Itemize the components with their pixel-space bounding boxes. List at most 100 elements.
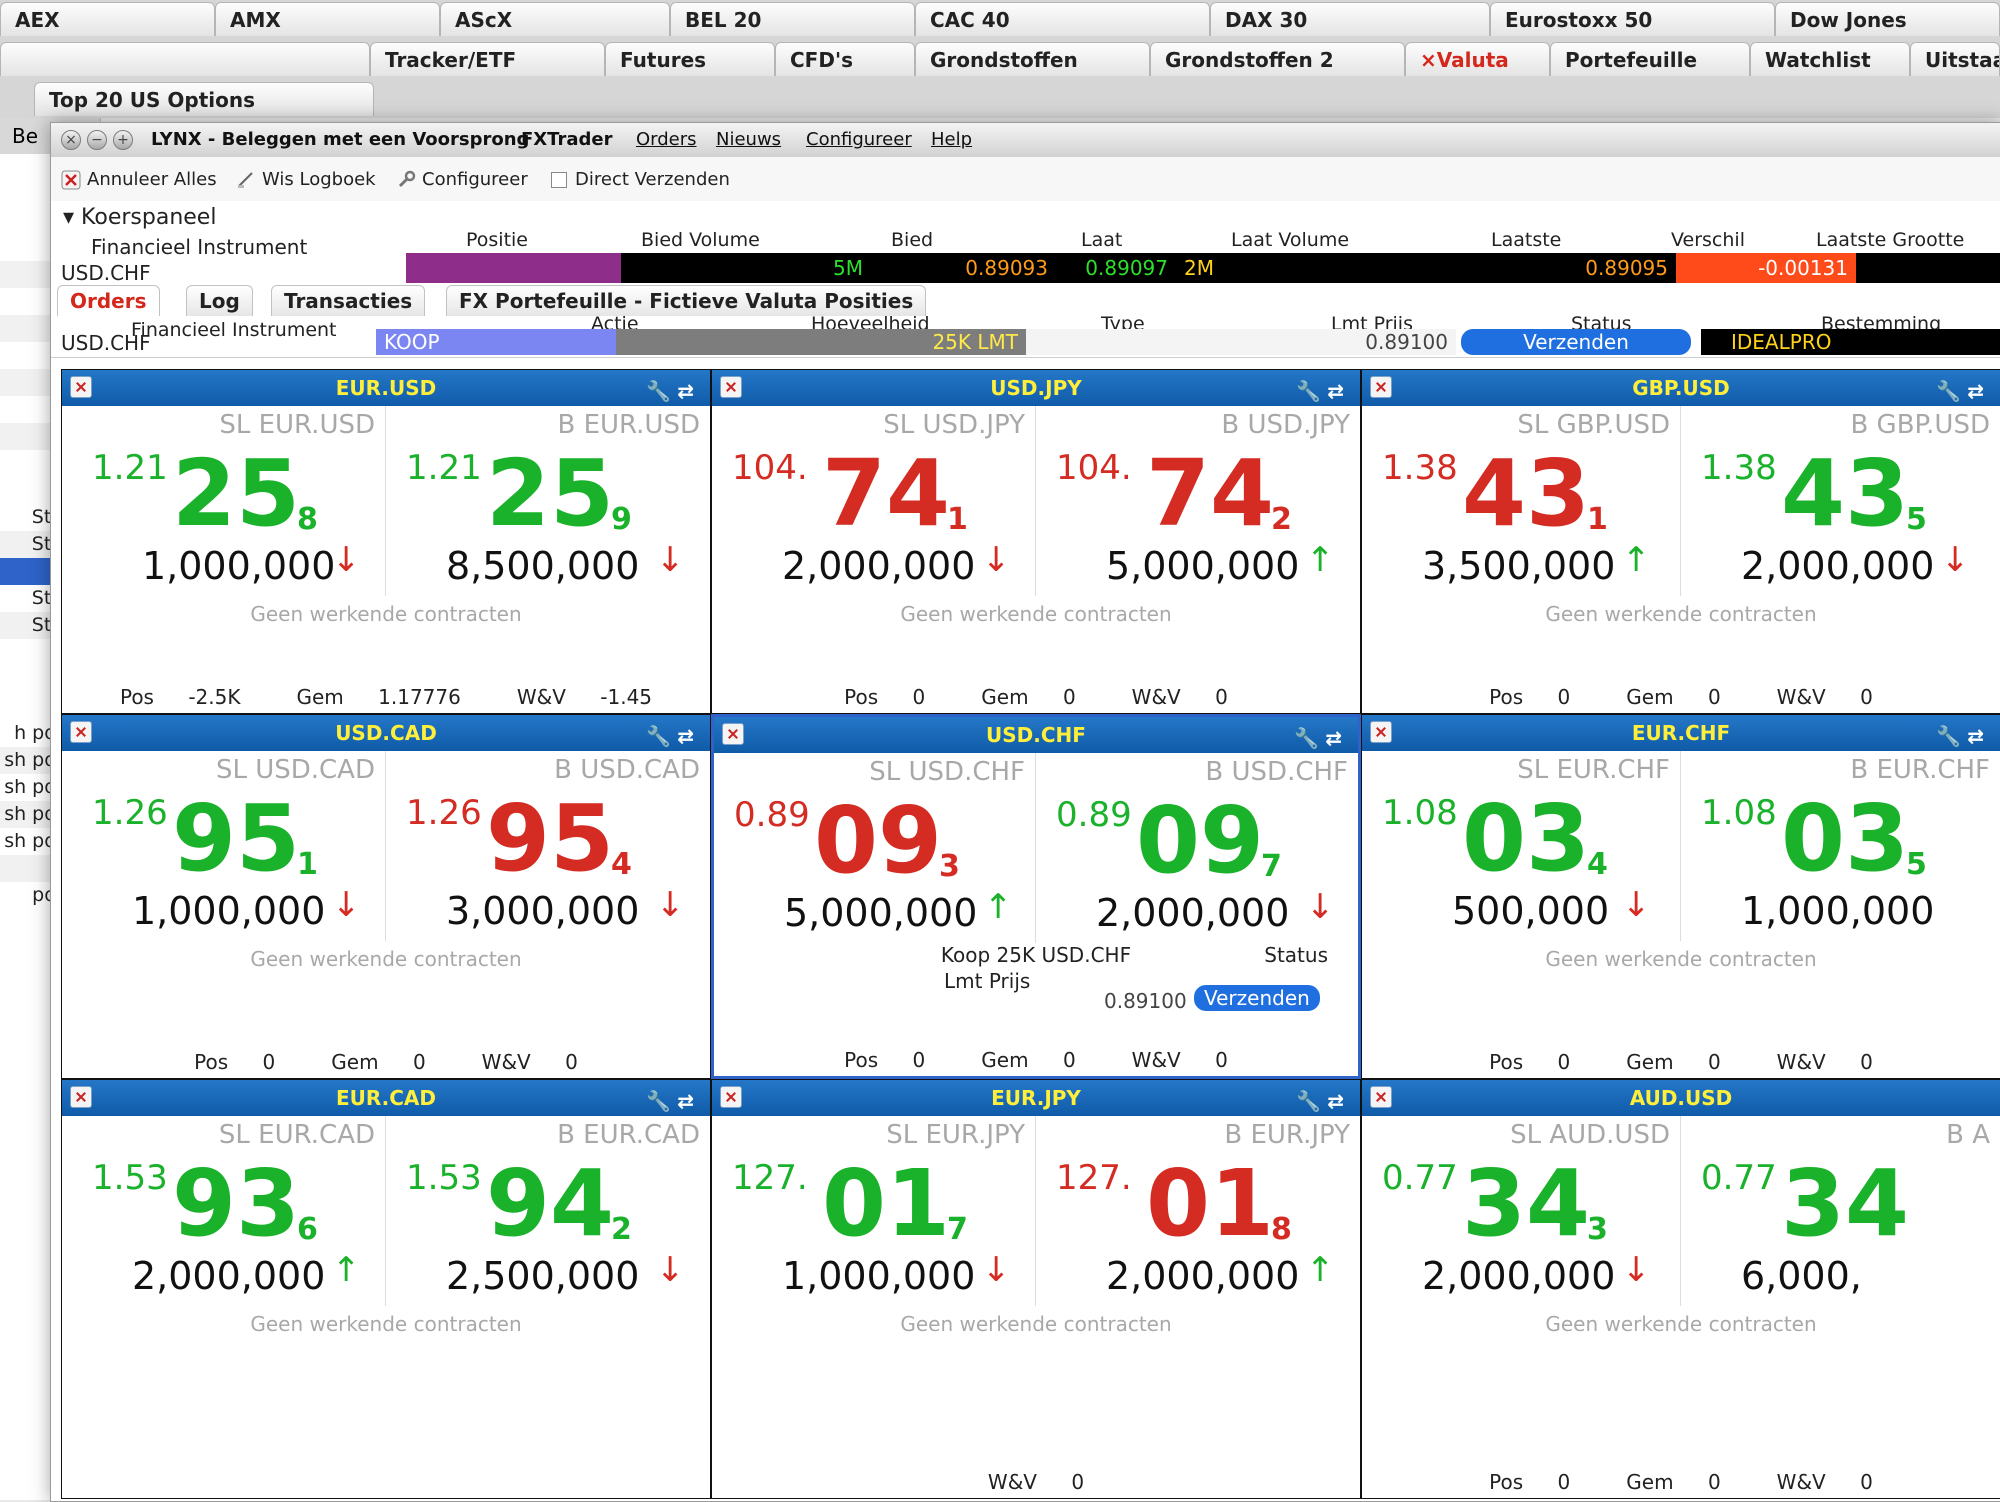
close-window-icon[interactable]: × (61, 130, 81, 150)
column-header-bid-volume[interactable]: Bied Volume (641, 229, 760, 251)
buy-side[interactable]: B A 0.77 34 6,000, (1681, 1116, 2000, 1306)
close-tile-icon[interactable] (720, 1086, 742, 1108)
tab-watchlist[interactable]: Watchlist (1750, 42, 1910, 76)
tab-top20-us-options[interactable]: Top 20 US Options (34, 82, 374, 116)
close-tile-icon[interactable] (1370, 721, 1392, 743)
tile-footer: W&V 0 (987, 1470, 1085, 1494)
order-symbol[interactable]: USD.CHF (61, 331, 151, 355)
tile-tools-icon[interactable]: 🔧⇄ (1294, 720, 1348, 756)
column-header-latest-size[interactable]: Laatste Grootte (1816, 229, 1964, 251)
buy-side[interactable]: B EUR.USD 1.21 25 9 8,500,000 ↓ (386, 406, 710, 596)
sell-side[interactable]: SL GBP.USD 1.38 43 1 3,500,000 ↑ (1362, 406, 1681, 596)
tab-orders[interactable]: Orders (57, 285, 160, 316)
tab-futures[interactable]: Futures (605, 42, 775, 76)
sell-side[interactable]: SL EUR.USD 1.21 25 8 1,000,000 ↓ (62, 406, 386, 596)
column-header-last-volume[interactable]: Laat Volume (1231, 229, 1349, 251)
tab-cfds[interactable]: CFD's (775, 42, 915, 76)
tab-grondstoffen-2[interactable]: Grondstoffen 2 (1150, 42, 1405, 76)
column-header-instrument[interactable]: Financieel Instrument (131, 319, 337, 341)
tile-tools-icon[interactable]: 🔧⇄ (1936, 718, 1990, 754)
close-tile-icon[interactable] (722, 723, 744, 745)
sell-side[interactable]: SL USD.JPY 104. 74 1 2,000,000 ↓ (712, 406, 1036, 596)
tab-fx-portefeuille[interactable]: FX Portefeuille - Fictieve Valuta Positi… (446, 285, 927, 316)
order-limit-price-cell[interactable]: 0.89100 (1026, 329, 1456, 355)
column-header-position[interactable]: Positie (466, 229, 528, 251)
tile-tools-icon[interactable]: 🔧⇄ (1296, 373, 1350, 409)
menu-fxtrader[interactable]: FXTrader (521, 123, 612, 157)
fx-tile-eur-cad: EUR.CAD 🔧⇄ SL EUR.CAD 1.53 93 6 2,000,000… (61, 1079, 711, 1499)
cancel-all-button[interactable]: Annuleer Alles (61, 167, 217, 193)
column-header-change[interactable]: Verschil (1671, 229, 1745, 251)
tab-eurostoxx50[interactable]: Eurostoxx 50 (1490, 2, 1775, 36)
order-status-badge[interactable]: Verzenden (1461, 329, 1691, 355)
column-header-last[interactable]: Laat (1081, 229, 1122, 251)
order-action-cell[interactable]: KOOP (376, 329, 616, 355)
tile-tools-icon[interactable]: 🔧⇄ (1936, 373, 1990, 409)
column-header-instrument[interactable]: Financieel Instrument (91, 235, 307, 259)
tab-portefeuille[interactable]: Portefeuille (1550, 42, 1750, 76)
sell-side[interactable]: SL USD.CAD 1.26 95 1 1,000,000 ↓ (62, 751, 386, 941)
close-tile-icon[interactable] (720, 376, 742, 398)
quote-panel-title[interactable]: ▾ Koerspaneel (63, 205, 216, 230)
menu-orders[interactable]: Orders (636, 123, 697, 157)
sell-side[interactable]: SL EUR.CAD 1.53 93 6 2,000,000 ↑ (62, 1116, 386, 1306)
tab-aex[interactable]: AEX (0, 2, 215, 36)
buy-side[interactable]: B EUR.JPY 127. 01 8 2,000,000 ↑ (1036, 1116, 1360, 1306)
tile-tools-icon[interactable]: 🔧⇄ (1296, 1083, 1350, 1119)
menu-configureer[interactable]: Configureer (806, 123, 912, 157)
menu-help[interactable]: Help (931, 123, 972, 157)
maximize-window-icon[interactable]: + (113, 130, 133, 150)
tab-amx[interactable]: AMX (215, 2, 440, 36)
checkbox[interactable] (551, 172, 567, 188)
tile-header: EUR.CHF 🔧⇄ (1362, 715, 2000, 751)
price-pip: 6 (297, 1212, 318, 1247)
tab-valuta[interactable]: ×Valuta (1405, 42, 1550, 76)
close-tile-icon[interactable] (70, 721, 92, 743)
buy-side[interactable]: B USD.CAD 1.26 95 4 3,000,000 ↓ (386, 751, 710, 941)
tab-cac40[interactable]: CAC 40 (915, 2, 1210, 36)
limit-price-value[interactable]: 0.89100 (1104, 989, 1187, 1013)
volume: 8,500,000 (446, 544, 640, 588)
tab-dow-jones[interactable]: Dow Jones (1775, 2, 2000, 36)
sell-side[interactable]: SL USD.CHF 0.89 09 3 5,000,000 ↑ (714, 753, 1036, 943)
tab-tracker-etf[interactable]: Tracker/ETF (370, 42, 605, 76)
clear-log-button[interactable]: Wis Logboek (236, 167, 376, 193)
order-status-badge[interactable]: Verzenden (1194, 985, 1320, 1011)
configure-button[interactable]: Configureer (396, 167, 528, 193)
sell-side[interactable]: SL EUR.JPY 127. 01 7 1,000,000 ↓ (712, 1116, 1036, 1306)
tab-uitstaande[interactable]: Uitstaande (1910, 42, 2000, 76)
column-header-bid[interactable]: Bied (891, 229, 933, 251)
close-tile-icon[interactable] (70, 1086, 92, 1108)
buy-side[interactable]: B EUR.CAD 1.53 94 2 2,500,000 ↓ (386, 1116, 710, 1306)
tile-tools-icon[interactable]: 🔧⇄ (646, 718, 700, 754)
buy-side[interactable]: B EUR.CHF 1.08 03 5 1,000,000 (1681, 751, 2000, 941)
column-header-latest[interactable]: Laatste (1491, 229, 1561, 251)
collapse-icon[interactable]: ▾ (63, 205, 81, 230)
buy-side[interactable]: B GBP.USD 1.38 43 5 2,000,000 ↓ (1681, 406, 2000, 596)
status-label: Status (1264, 943, 1328, 967)
buy-side[interactable]: B USD.JPY 104. 74 2 5,000,000 ↑ (1036, 406, 1360, 596)
buy-side[interactable]: B USD.CHF 0.89 09 7 2,000,000 ↓ (1036, 753, 1358, 943)
tab-log[interactable]: Log (186, 285, 253, 316)
close-tile-icon[interactable] (70, 376, 92, 398)
minimize-window-icon[interactable]: − (87, 130, 107, 150)
tile-tools-icon[interactable]: 🔧⇄ (646, 1083, 700, 1119)
sell-side[interactable]: SL AUD.USD 0.77 34 3 2,000,000 ↓ (1362, 1116, 1681, 1306)
tab-bel20[interactable]: BEL 20 (670, 2, 915, 36)
tile-tools-icon[interactable]: 🔧⇄ (646, 373, 700, 409)
tab-dax30[interactable]: DAX 30 (1210, 2, 1490, 36)
tab-transacties[interactable]: Transacties (271, 285, 426, 316)
sell-side[interactable]: SL EUR.CHF 1.08 03 4 500,000 ↓ (1362, 751, 1681, 941)
menu-nieuws[interactable]: Nieuws (716, 123, 781, 157)
price-big: 93 (172, 1150, 301, 1257)
order-destination-cell[interactable]: IDEALPRO (1701, 329, 2000, 355)
tab-grondstoffen[interactable]: Grondstoffen (915, 42, 1150, 76)
quote-symbol[interactable]: USD.CHF (61, 261, 151, 285)
close-icon[interactable]: × (1420, 48, 1437, 72)
bid-cell[interactable]: 0.89093 (871, 253, 1056, 283)
close-tile-icon[interactable] (1370, 376, 1392, 398)
tab-ascx[interactable]: AScX (440, 2, 670, 36)
direct-send-checkbox[interactable]: Direct Verzenden (551, 167, 730, 193)
close-tile-icon[interactable] (1370, 1086, 1392, 1108)
order-quantity-cell[interactable]: 25K LMT (616, 329, 1026, 355)
